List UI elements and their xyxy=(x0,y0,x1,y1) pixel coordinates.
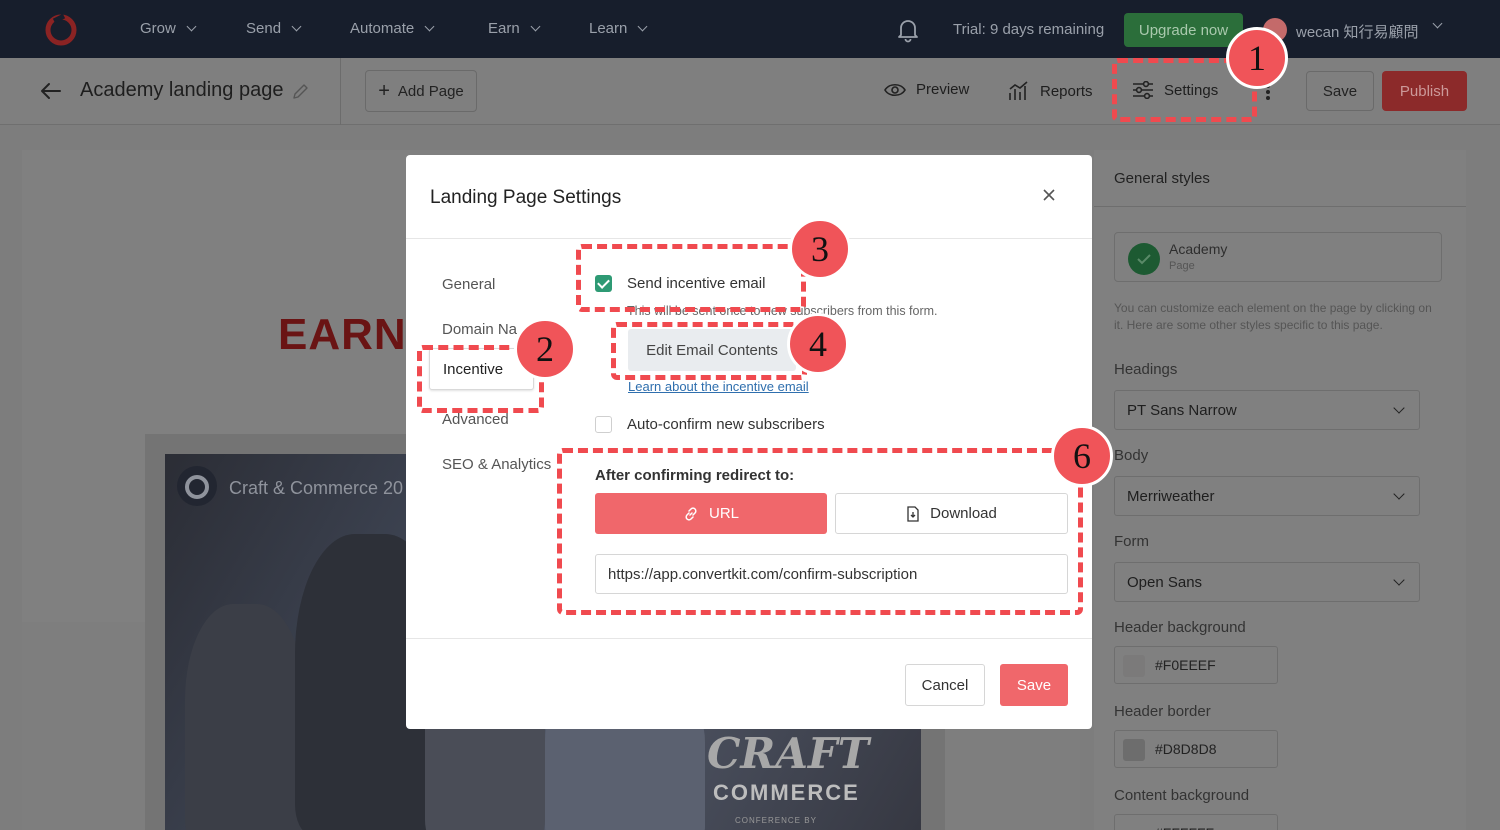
annotation-number: 3 xyxy=(789,218,851,280)
header-background-value: #F0EEEF xyxy=(1155,657,1216,673)
header-background-label: Header background xyxy=(1114,619,1246,636)
annotation-number: 6 xyxy=(1051,425,1113,487)
brand-logo-text: CRAFT xyxy=(707,729,869,778)
form-font-value: Open Sans xyxy=(1127,574,1203,591)
cancel-button[interactable]: Cancel xyxy=(905,664,985,706)
body-font-value: Merriweather xyxy=(1127,488,1215,505)
channel-logo-icon xyxy=(177,466,217,506)
reports-button[interactable]: Reports xyxy=(1008,81,1093,101)
bell-icon[interactable] xyxy=(896,17,920,43)
chart-icon xyxy=(1009,81,1028,100)
preview-label: Preview xyxy=(916,81,970,98)
back-arrow-icon[interactable] xyxy=(40,82,62,100)
content-background-label: Content background xyxy=(1114,787,1250,804)
annotation-number: 4 xyxy=(787,313,849,375)
styles-sidebar: General styles Academy Page You can cust… xyxy=(1094,150,1466,830)
header-border-label: Header border xyxy=(1114,703,1211,720)
header-background-color-input[interactable]: #F0EEEF xyxy=(1114,646,1278,684)
nav-automate[interactable]: Automate xyxy=(350,20,435,37)
annotation-box-redirect xyxy=(557,448,1083,615)
video-person xyxy=(185,604,305,830)
header-border-color-input[interactable]: #D8D8D8 xyxy=(1114,730,1278,768)
annotation-box-edit-email xyxy=(611,322,807,380)
divider xyxy=(406,238,1092,239)
tab-advanced[interactable]: Advanced xyxy=(442,411,509,428)
add-page-button[interactable]: + Add Page xyxy=(365,70,477,112)
chevron-down-icon xyxy=(530,21,541,32)
chevron-down-icon xyxy=(424,21,435,32)
chevron-down-icon xyxy=(637,21,648,32)
body-font-select[interactable]: Merriweather xyxy=(1114,476,1420,516)
chevron-down-icon xyxy=(186,21,197,32)
modal-title: Landing Page Settings xyxy=(430,187,622,208)
preview-button[interactable]: Preview xyxy=(884,81,969,98)
add-page-label: Add Page xyxy=(397,82,464,100)
chevron-down-icon xyxy=(1393,402,1405,414)
brand-logo-subtext: COMMERCE xyxy=(713,780,860,805)
chevron-down-icon xyxy=(1393,574,1405,586)
reports-label: Reports xyxy=(1040,82,1093,100)
template-card-subtitle: Page xyxy=(1169,260,1195,272)
chevron-down-icon[interactable] xyxy=(1432,18,1443,29)
headings-label: Headings xyxy=(1114,361,1178,378)
nav-learn[interactable]: Learn xyxy=(589,20,648,37)
brand-logo-caption: CONFERENCE BY xyxy=(735,816,817,825)
publish-button[interactable]: Publish xyxy=(1382,71,1467,111)
nav-earn-label: Earn xyxy=(488,20,520,37)
auto-confirm-checkbox[interactable] xyxy=(595,416,612,433)
modal-save-button[interactable]: Save xyxy=(1000,664,1068,706)
sidebar-description: You can customize each element on the pa… xyxy=(1114,301,1432,332)
nav-earn[interactable]: Earn xyxy=(488,20,541,37)
headings-font-value: PT Sans Narrow xyxy=(1127,402,1237,419)
chevron-down-icon xyxy=(291,21,302,32)
headings-font-select[interactable]: PT Sans Narrow xyxy=(1114,390,1420,430)
nav-automate-label: Automate xyxy=(350,20,415,37)
divider xyxy=(1094,206,1466,207)
content-background-value: #FFFFFF xyxy=(1155,825,1214,830)
pencil-icon[interactable] xyxy=(292,83,309,100)
save-button[interactable]: Save xyxy=(1306,71,1374,111)
learn-incentive-link[interactable]: Learn about the incentive email xyxy=(628,379,809,394)
convertkit-logo-icon[interactable] xyxy=(44,12,78,46)
annotation-number: 1 xyxy=(1226,27,1288,89)
tab-seo-analytics[interactable]: SEO & Analytics xyxy=(442,456,551,473)
color-swatch xyxy=(1123,655,1145,677)
form-font-select[interactable]: Open Sans xyxy=(1114,562,1420,602)
user-name[interactable]: wecan 知行易顧問 xyxy=(1296,21,1419,42)
nav-send-label: Send xyxy=(246,20,282,37)
upgrade-button[interactable]: Upgrade now xyxy=(1124,13,1243,47)
landing-page-settings-modal: Landing Page Settings General Domain Na … xyxy=(406,155,1092,729)
nav-grow-label: Grow xyxy=(140,20,176,37)
nav-grow[interactable]: Grow xyxy=(140,20,197,37)
nav-learn-label: Learn xyxy=(589,20,628,37)
nav-send[interactable]: Send xyxy=(246,20,302,37)
content-background-color-input[interactable]: #FFFFFF xyxy=(1114,814,1278,830)
check-icon xyxy=(1128,243,1160,275)
template-card-title: Academy xyxy=(1169,241,1228,257)
page-title: Academy landing page xyxy=(80,79,284,101)
chevron-down-icon xyxy=(1393,488,1405,500)
annotation-box-send-incentive xyxy=(576,244,806,312)
trial-status: Trial: 9 days remaining xyxy=(953,21,1105,38)
divider xyxy=(406,638,1092,639)
sidebar-title: General styles xyxy=(1114,170,1210,187)
body-label: Body xyxy=(1114,447,1149,464)
eye-icon xyxy=(884,83,906,96)
close-icon[interactable] xyxy=(1042,188,1056,202)
plus-icon: + xyxy=(378,80,390,102)
template-card[interactable]: Academy Page xyxy=(1114,232,1442,282)
color-swatch xyxy=(1123,739,1145,761)
color-swatch xyxy=(1123,823,1145,830)
form-label: Form xyxy=(1114,533,1149,550)
annotation-number: 2 xyxy=(514,318,576,380)
toolbar-divider xyxy=(340,58,341,125)
tab-domain-name[interactable]: Domain Na xyxy=(442,321,517,338)
auto-confirm-label[interactable]: Auto-confirm new subscribers xyxy=(627,416,825,433)
tab-general[interactable]: General xyxy=(442,276,495,293)
video-title: Craft & Commerce 20 xyxy=(229,478,404,498)
header-border-value: #D8D8D8 xyxy=(1155,741,1217,757)
